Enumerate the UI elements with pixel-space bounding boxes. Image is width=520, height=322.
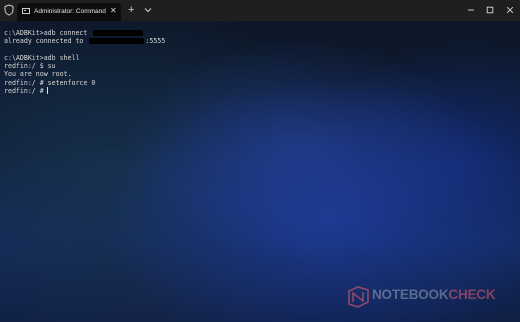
terminal-output[interactable]: c:\ADBKit>adb connect already connected … (4, 29, 404, 95)
tab-title: Administrator: Command Prompt (34, 8, 108, 15)
terminal-line: c:\ADBKit>adb connect (4, 29, 404, 37)
chevron-down-icon[interactable] (143, 6, 153, 14)
redacted-address (89, 38, 145, 45)
text-cursor (46, 87, 48, 95)
watermark-text: NOTEBOOKCHECK (372, 287, 496, 302)
watermark-text-a: NOTEBOOK (372, 287, 449, 302)
terminal-line: c:\ADBKit>adb shell (4, 53, 80, 62)
minimize-button[interactable] (466, 5, 476, 15)
command-text: c:\ADBKit>adb connect (4, 29, 92, 37)
maximize-button[interactable] (485, 5, 495, 15)
terminal-line: redfin:/ # setenforce 0 (4, 78, 96, 87)
terminal-line: already connected to :5555 (4, 37, 404, 45)
new-tab-button[interactable]: + (128, 4, 134, 16)
terminal-window: Administrator: Command Prompt ✕ + c:\ADB… (0, 0, 520, 322)
notebookcheck-watermark: NOTEBOOKCHECK (346, 283, 518, 311)
terminal-line: redfin:/ $ su (4, 62, 56, 71)
port-text: :5555 (145, 37, 166, 46)
watermark-text-b: CHECK (448, 287, 496, 302)
redacted-address (93, 30, 144, 36)
shield-icon[interactable] (3, 4, 15, 16)
terminal-icon (22, 8, 30, 14)
prompt-text: redfin:/ # (4, 87, 44, 96)
tab-command-prompt[interactable]: Administrator: Command Prompt ✕ (17, 3, 121, 21)
prompt-line[interactable]: redfin:/ # (4, 87, 404, 95)
output-text: already connected to (4, 37, 88, 46)
tab-close-button[interactable]: ✕ (110, 6, 117, 16)
title-bar[interactable]: Administrator: Command Prompt ✕ + (0, 0, 520, 21)
notebookcheck-logo-icon (348, 286, 369, 308)
close-window-button[interactable] (505, 5, 515, 15)
terminal-line: You are now root. (4, 70, 72, 79)
